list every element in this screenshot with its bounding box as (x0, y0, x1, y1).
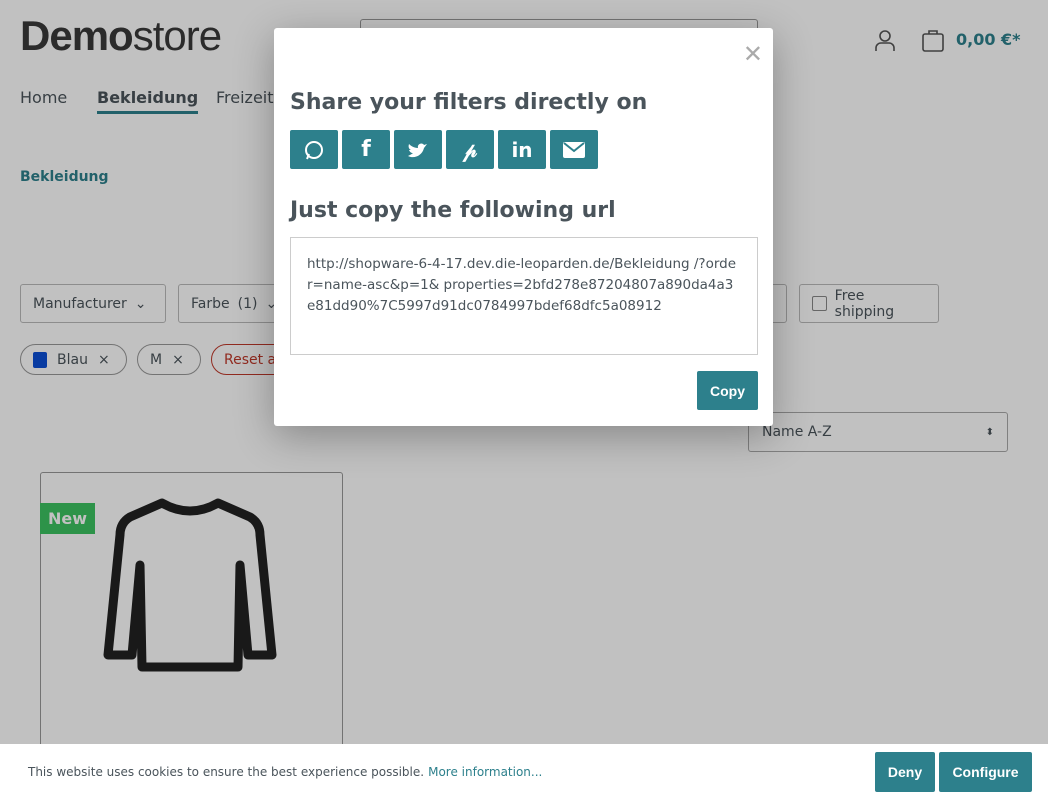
deny-button[interactable]: Deny (875, 752, 935, 792)
twitter-button[interactable] (394, 130, 442, 169)
close-icon[interactable]: ✕ (743, 40, 763, 68)
linkedin-button[interactable]: in (498, 130, 546, 169)
share-modal: ✕ Share your filters directly on f 𝓅 in … (274, 28, 773, 426)
linkedin-icon: in (511, 137, 533, 162)
facebook-icon: f (361, 137, 371, 162)
configure-button[interactable]: Configure (939, 752, 1032, 792)
twitter-icon (408, 143, 427, 157)
copy-button[interactable]: Copy (697, 371, 758, 410)
email-icon (563, 141, 585, 158)
share-buttons: f 𝓅 in (290, 130, 598, 169)
share-title: Share your filters directly on (290, 90, 648, 115)
email-button[interactable] (550, 130, 598, 169)
whatsapp-icon (305, 140, 323, 159)
pinterest-button[interactable]: 𝓅 (446, 130, 494, 169)
facebook-button[interactable]: f (342, 130, 390, 169)
whatsapp-button[interactable] (290, 130, 338, 169)
url-textarea[interactable]: http://shopware-6-4-17.dev.die-leoparden… (290, 237, 758, 355)
more-information-link[interactable]: More information... (428, 765, 542, 779)
copy-title: Just copy the following url (290, 198, 616, 223)
pinterest-icon: 𝓅 (462, 137, 478, 162)
